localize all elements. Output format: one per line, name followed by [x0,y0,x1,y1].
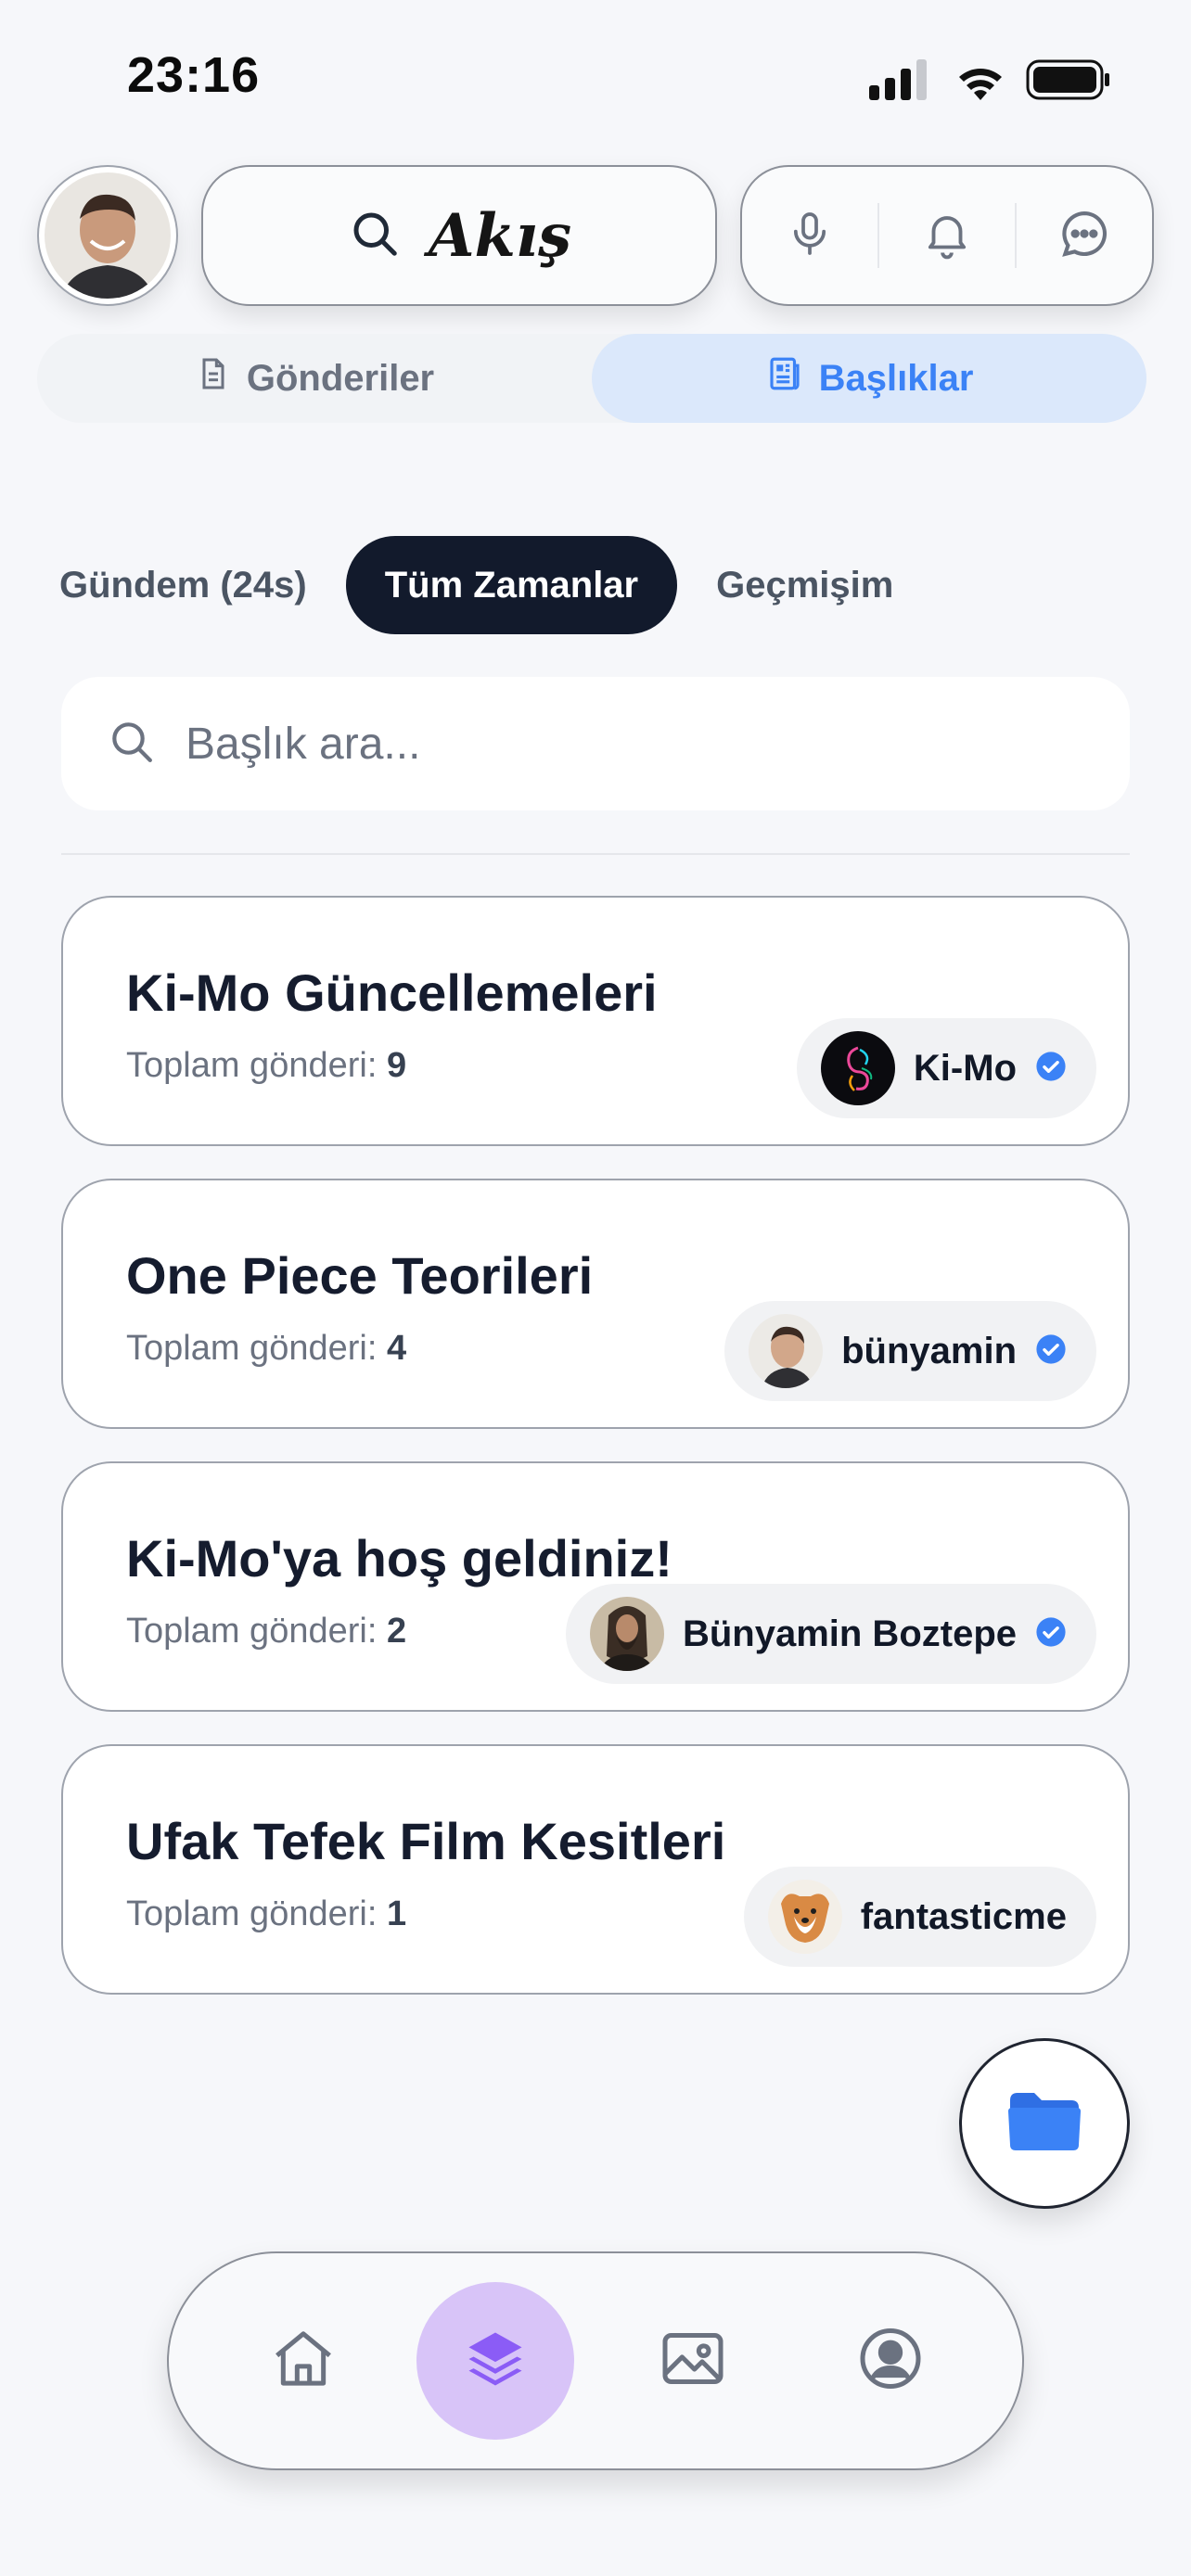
chat-bubble-icon [1056,205,1113,267]
topic-title: Ki-Mo Güncellemeleri [126,963,658,1022]
time-filter-row: Gündem (24s) Tüm Zamanlar Geçmişim [59,536,1135,634]
topic-title: Ufak Tefek Film Kesitleri [126,1812,726,1870]
wifi-icon [959,69,1002,100]
topic-card[interactable]: One Piece Teorileri Toplam gönderi: 4 bü… [61,1179,1130,1429]
topic-title: One Piece Teorileri [126,1246,594,1305]
topic-search-input[interactable] [186,718,1020,770]
app-logo-text: Akış [428,200,572,271]
messages-button[interactable] [1017,167,1152,304]
nav-home[interactable] [266,2322,340,2401]
author-chip[interactable]: Bünyamin Boztepe [565,1584,1096,1684]
tab-gonderiler[interactable]: Gönderiler [37,334,592,423]
home-icon [266,2322,340,2401]
newspaper-icon [765,354,804,402]
author-avatar [589,1597,664,1671]
nav-media[interactable] [656,2322,730,2401]
avatar [45,172,171,299]
image-icon [656,2322,730,2401]
microphone-button[interactable] [742,167,877,304]
topic-post-count: Toplam gönderi: 4 [126,1329,407,1368]
topic-search-box[interactable] [61,677,1130,810]
filter-gundem[interactable]: Gündem (24s) [20,536,346,634]
bell-icon [920,207,974,265]
document-icon [195,355,232,402]
header-actions [740,165,1154,306]
tab-label: Gönderiler [246,357,435,399]
author-name: Ki-Mo [913,1047,1017,1089]
verified-badge-icon [1035,1051,1067,1087]
bottom-navigation [167,2251,1024,2470]
status-icons [867,56,1110,104]
layers-icon [460,2324,531,2399]
notifications-button[interactable] [879,167,1015,304]
topic-card[interactable]: Ki-Mo'ya hoş geldiniz! Toplam gönderi: 2… [61,1461,1130,1712]
author-name: fantasticme [860,1895,1067,1937]
topic-card[interactable]: Ufak Tefek Film Kesitleri Toplam gönderi… [61,1744,1130,1995]
topic-post-count: Toplam gönderi: 1 [126,1894,407,1933]
user-circle-icon [853,2322,928,2401]
author-avatar [820,1031,895,1105]
author-chip[interactable]: fantasticme [743,1867,1096,1967]
filter-gecmisim[interactable]: Geçmişim [677,536,932,634]
author-name: bünyamin [841,1330,1017,1371]
topic-title: Ki-Mo'ya hoş geldiniz! [126,1529,672,1588]
divider [61,853,1130,855]
filter-tum-zamanlar[interactable]: Tüm Zamanlar [345,536,678,634]
author-chip[interactable]: bünyamin [724,1301,1096,1401]
topic-card[interactable]: Ki-Mo Güncellemeleri Toplam gönderi: 9 K… [61,896,1130,1146]
author-name: Bünyamin Boztepe [682,1613,1017,1654]
verified-badge-icon [1035,1333,1067,1370]
search-icon [106,716,158,772]
topic-post-count: Toplam gönderi: 2 [126,1612,407,1651]
folder-icon [1006,2089,1082,2159]
feed-search-button[interactable]: Akış [201,165,717,306]
tab-label: Başlıklar [818,357,974,399]
view-tabs: Gönderiler Başlıklar [37,334,1146,423]
status-time: 23:16 [127,47,261,103]
nav-profile[interactable] [853,2322,928,2401]
nav-topics[interactable] [416,2282,574,2440]
author-chip[interactable]: Ki-Mo [796,1018,1096,1118]
cellular-signal-icon [869,59,927,100]
battery-icon [1026,59,1109,100]
tab-basliklar[interactable]: Başlıklar [592,334,1146,423]
author-avatar [749,1314,824,1388]
microphone-icon [784,208,836,264]
profile-avatar[interactable] [37,165,178,306]
search-icon [347,206,403,266]
author-avatar [767,1880,842,1954]
folders-fab-button[interactable] [959,2038,1130,2209]
topic-post-count: Toplam gönderi: 9 [126,1046,407,1085]
verified-badge-icon [1035,1616,1067,1652]
